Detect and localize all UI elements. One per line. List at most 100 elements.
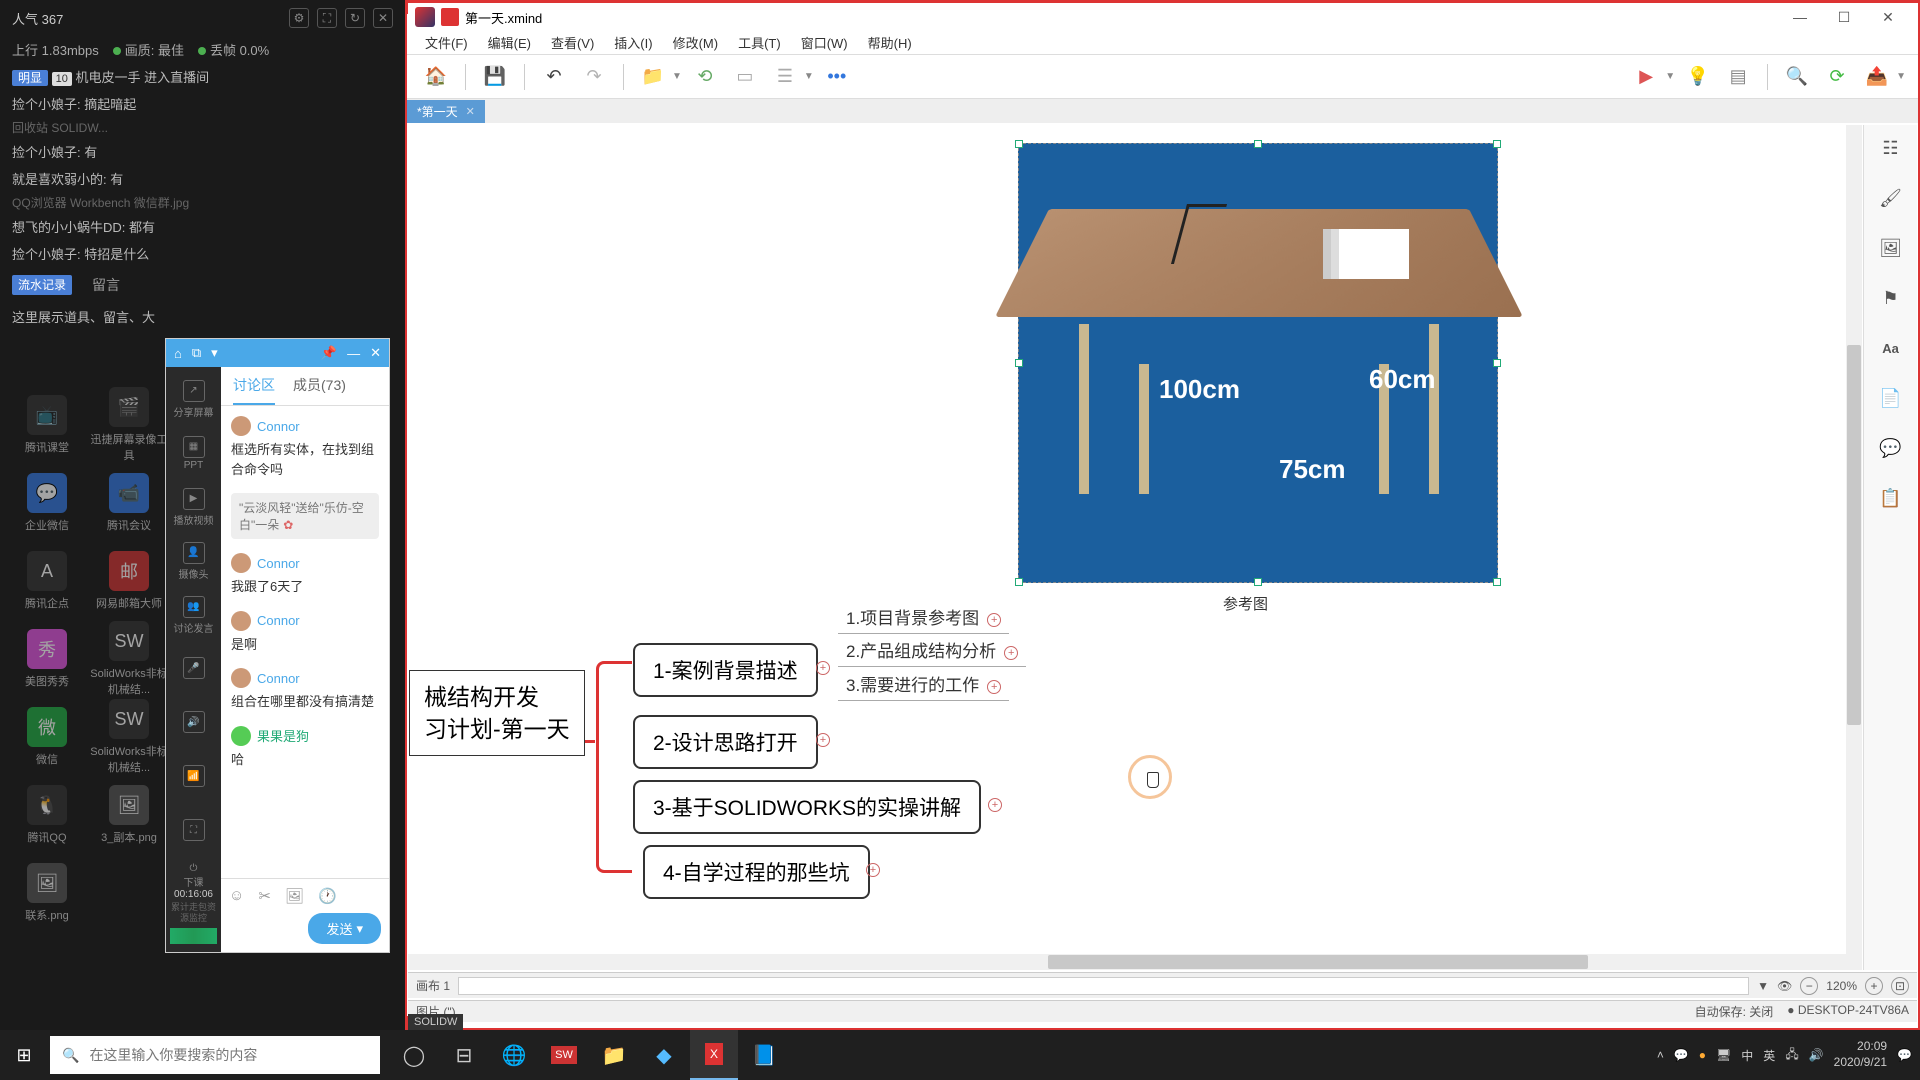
home-button[interactable]: 🏠 — [419, 60, 453, 94]
edge-button[interactable]: 🌐 — [490, 1030, 538, 1080]
resize-handle[interactable] — [1015, 140, 1023, 148]
explorer-button[interactable]: 📁 — [590, 1030, 638, 1080]
relationship-button[interactable]: ⟲ — [688, 60, 722, 94]
speaker-icon[interactable]: 🔊 — [173, 699, 215, 747]
notepad-button[interactable]: 📘 — [740, 1030, 788, 1080]
topic-node[interactable]: 3-基于SOLIDWORKS的实操讲解 — [633, 780, 981, 834]
discuss-button[interactable]: 👥讨论发言 — [173, 591, 215, 639]
notifications-icon[interactable]: 💬 — [1897, 1048, 1912, 1062]
summary-button[interactable]: ☰ — [768, 60, 802, 94]
expand-marker-icon[interactable]: + — [987, 680, 1001, 694]
desktop-icon[interactable]: 📺腾讯课堂 — [6, 386, 88, 464]
desktop-icon[interactable]: 🎬迅捷屏幕录像工具 — [88, 386, 170, 464]
emoji-icon[interactable]: ☺ — [229, 887, 244, 905]
idea-button[interactable]: 💡 — [1681, 60, 1715, 94]
format-icon[interactable]: 🖌 — [1878, 185, 1904, 211]
more-button[interactable]: ••• — [820, 60, 854, 94]
task-view-button[interactable]: ◯ — [390, 1030, 438, 1080]
expand-marker-icon[interactable]: + — [987, 613, 1001, 627]
desktop-icon[interactable]: A腾讯企点 — [6, 542, 88, 620]
image-icon[interactable]: 🖼 — [285, 887, 304, 905]
tray-volume-icon[interactable]: 🔊 — [1809, 1048, 1824, 1062]
resize-handle[interactable] — [1015, 578, 1023, 586]
desktop-icon[interactable]: 🖼3_副本.png — [88, 776, 170, 854]
start-button[interactable]: ⊞ — [0, 1030, 48, 1080]
ppt-button[interactable]: ▦PPT — [173, 429, 215, 477]
expand-marker-icon[interactable]: + — [816, 661, 830, 675]
resize-handle[interactable] — [1493, 359, 1501, 367]
scissors-icon[interactable]: ✂ — [258, 887, 271, 905]
marker-icon[interactable]: ⚑ — [1878, 285, 1904, 311]
desktop-icon[interactable]: 秀美图秀秀 — [6, 620, 88, 698]
minimize-icon[interactable]: — — [347, 346, 360, 361]
chevron-down-icon[interactable]: ▼ — [804, 71, 814, 82]
close-button[interactable]: ✕ — [1866, 4, 1910, 30]
share-button[interactable]: ⟳ — [1820, 60, 1854, 94]
send-button[interactable]: 发送 ▾ — [308, 913, 381, 944]
sheet-input[interactable] — [458, 977, 1749, 995]
menu-insert[interactable]: 插入(I) — [606, 30, 660, 55]
resize-handle[interactable] — [1493, 140, 1501, 148]
app-button[interactable]: ◆ — [640, 1030, 688, 1080]
expand-marker-icon[interactable]: + — [988, 798, 1002, 812]
desktop-icon[interactable]: 📹腾讯会议 — [88, 464, 170, 542]
close-icon[interactable]: ✕ — [370, 345, 381, 361]
menu-edit[interactable]: 编辑(E) — [480, 30, 539, 55]
refresh-icon[interactable]: ↻ — [345, 8, 365, 28]
clock-icon[interactable]: 🕐 — [318, 887, 337, 905]
leave-msg-label[interactable]: 留言 — [92, 275, 120, 295]
tray-chevron-up-icon[interactable]: ˄ — [1657, 1048, 1664, 1062]
close-icon[interactable]: ✕ — [373, 8, 393, 28]
chevron-down-icon[interactable]: ▾ — [211, 345, 218, 361]
taskbar-search[interactable]: 🔍 在这里输入你要搜索的内容 — [50, 1036, 380, 1074]
task-icon[interactable]: 📋 — [1878, 485, 1904, 511]
menu-tools[interactable]: 工具(T) — [730, 30, 789, 55]
chevron-down-icon[interactable]: ▼ — [1896, 71, 1906, 82]
maximize-button[interactable]: ☐ — [1822, 4, 1866, 30]
horizontal-scrollbar[interactable] — [408, 954, 1846, 970]
subtopic-node[interactable]: 3.需要进行的工作+ — [838, 667, 1009, 701]
menu-file[interactable]: 文件(F) — [417, 30, 476, 55]
vertical-scrollbar[interactable] — [1846, 125, 1862, 970]
comments-icon[interactable]: 💬 — [1878, 435, 1904, 461]
zoom-in-button[interactable]: + — [1865, 977, 1883, 995]
popout-icon[interactable]: ⧉ — [192, 345, 201, 361]
xmind-taskbar-icon[interactable]: X — [690, 1030, 738, 1080]
gear-icon[interactable]: ⚙ — [289, 8, 309, 28]
xmind-titlebar[interactable]: 第一天.xmind — ☐ ✕ — [407, 3, 1918, 31]
mic-icon[interactable]: 🎤 — [173, 645, 215, 693]
tray-wechat-icon[interactable]: 💬 — [1674, 1048, 1689, 1062]
tab-members[interactable]: 成员(73) — [293, 375, 346, 405]
camera-button[interactable]: 👤摄像头 — [173, 537, 215, 585]
sheet-label[interactable]: 画布 1 — [416, 977, 450, 994]
expand-marker-icon[interactable]: + — [1004, 646, 1018, 660]
menu-modify[interactable]: 修改(M) — [665, 30, 727, 55]
resize-handle[interactable] — [1254, 140, 1262, 148]
subtopic-node[interactable]: 2.产品组成结构分析+ — [838, 633, 1026, 667]
ime-indicator[interactable]: 中 — [1741, 1047, 1753, 1064]
topic-node[interactable]: 1-案例背景描述 — [633, 643, 818, 697]
flow-record-badge[interactable]: 流水记录 — [12, 275, 72, 295]
boundary-button[interactable]: ▭ — [728, 60, 762, 94]
undo-button[interactable]: ↶ — [537, 60, 571, 94]
folder-button[interactable]: 📁 — [636, 60, 670, 94]
resize-handle[interactable] — [1493, 578, 1501, 586]
menu-help[interactable]: 帮助(H) — [860, 30, 920, 55]
taskbar-clock[interactable]: 20:092020/9/21 — [1834, 1039, 1887, 1070]
home-icon[interactable]: ⌂ — [174, 346, 182, 361]
desktop-icon[interactable]: 💬企业微信 — [6, 464, 88, 542]
redo-button[interactable]: ↷ — [577, 60, 611, 94]
save-button[interactable]: 💾 — [478, 60, 512, 94]
menu-window[interactable]: 窗口(W) — [793, 30, 856, 55]
outline-icon[interactable]: ☷ — [1878, 135, 1904, 161]
expand-icon[interactable]: ⛶ — [317, 8, 337, 28]
desktop-icon[interactable]: 🐧腾讯QQ — [6, 776, 88, 854]
expand-marker-icon[interactable]: + — [816, 733, 830, 747]
desktop-icon[interactable]: 微微信 — [6, 698, 88, 776]
mindmap-image-node[interactable]: 100cm 60cm 75cm — [1018, 143, 1498, 583]
subtopic-node[interactable]: 1.项目背景参考图+ — [838, 600, 1009, 634]
fullscreen-icon[interactable]: ⛶ — [173, 807, 215, 855]
menu-view[interactable]: 查看(V) — [543, 30, 602, 55]
pin-icon[interactable]: 📌 — [321, 345, 337, 361]
tab-sheet[interactable]: *第一天✕ — [407, 100, 485, 123]
